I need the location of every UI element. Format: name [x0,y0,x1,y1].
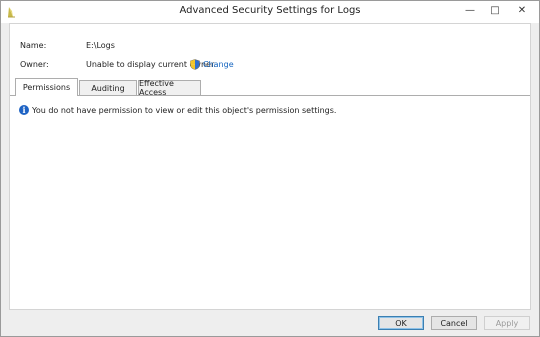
advanced-security-settings-window: Advanced Security Settings for Logs — □ … [0,0,540,337]
title-bar[interactable]: Advanced Security Settings for Logs — □ … [1,1,539,23]
tab-effective-access[interactable]: Effective Access [138,79,201,97]
dialog-content: Name: E:\Logs Owner: Unable to display c… [9,23,531,310]
owner-label: Owner: [20,60,49,69]
name-value: E:\Logs [86,41,115,50]
minimize-button[interactable]: — [458,1,482,19]
permission-message-text: You do not have permission to view or ed… [32,105,337,115]
ok-button[interactable]: OK [378,316,424,330]
tab-permissions[interactable]: Permissions [15,78,78,96]
maximize-button[interactable]: □ [483,1,507,19]
info-icon: i [19,105,29,115]
change-owner-link[interactable]: Change [190,58,234,70]
permission-message: i You do not have permission to view or … [19,105,336,115]
name-label: Name: [20,41,47,50]
close-button[interactable]: ✕ [508,1,536,19]
tab-auditing[interactable]: Auditing [79,80,137,95]
cancel-button[interactable]: Cancel [431,316,477,330]
change-link-label: Change [203,59,234,69]
apply-button[interactable]: Apply [484,316,530,330]
uac-shield-icon [190,58,200,70]
permissions-panel: i You do not have permission to view or … [10,95,530,309]
